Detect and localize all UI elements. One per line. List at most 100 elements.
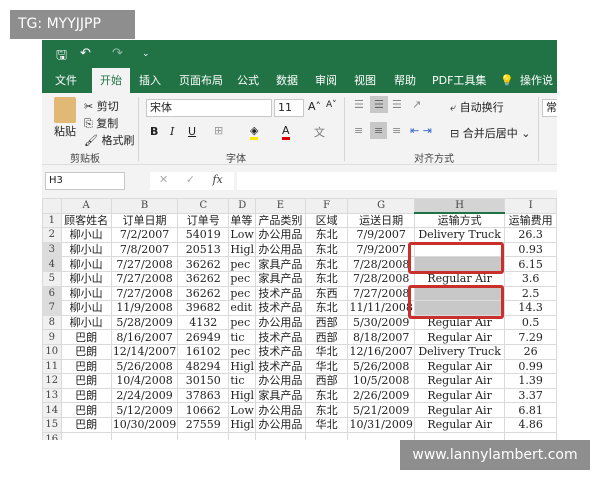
column-header-h[interactable]: H xyxy=(413,198,506,215)
cell-b12[interactable]: 10/4/2008 xyxy=(110,373,179,389)
align-top-icon[interactable]: ☰ xyxy=(354,98,364,111)
cell-d3[interactable]: Higl xyxy=(228,241,257,258)
tab-formulas[interactable]: 公式 xyxy=(237,68,259,93)
cell-h13[interactable]: Regular Air xyxy=(413,387,506,404)
enter-icon[interactable]: ✓ xyxy=(186,173,195,186)
cell-f11[interactable]: 华北 xyxy=(304,358,349,375)
cell-a3[interactable]: 柳小山 xyxy=(60,241,112,258)
tab-review[interactable]: 审阅 xyxy=(315,68,337,93)
cell-f16[interactable] xyxy=(304,431,349,440)
cell-d9[interactable]: tic xyxy=(228,329,257,345)
select-all[interactable] xyxy=(42,198,62,214)
cell-d15[interactable]: Higl xyxy=(228,416,257,433)
cell-d1[interactable]: 单等 xyxy=(228,212,257,229)
cell-h9[interactable]: Regular Air xyxy=(413,329,506,345)
align-right-icon[interactable]: ≡ xyxy=(392,124,401,137)
column-header-c[interactable]: C xyxy=(177,198,230,214)
cell-a7[interactable]: 柳小山 xyxy=(60,300,112,316)
cell-d12[interactable]: tic xyxy=(228,373,257,389)
cell-i16[interactable] xyxy=(504,431,557,440)
borders-icon[interactable]: ⊞ xyxy=(214,124,223,137)
row-header[interactable]: 12 xyxy=(42,373,62,389)
cell-e9[interactable]: 技术产品 xyxy=(255,329,306,345)
tab-page-layout[interactable]: 页面布局 xyxy=(179,68,223,93)
formula-input[interactable] xyxy=(237,172,557,190)
cell-f4[interactable]: 东北 xyxy=(304,256,349,272)
row-header[interactable]: 7 xyxy=(42,300,62,316)
cell-f1[interactable]: 区域 xyxy=(304,212,349,229)
cell-b8[interactable]: 5/28/2009 xyxy=(110,314,179,331)
cell-h15[interactable]: Regular Air xyxy=(413,416,506,433)
cell-a1[interactable]: 顾客姓名 xyxy=(60,212,112,229)
cell-e16[interactable] xyxy=(255,431,306,440)
cell-b6[interactable]: 7/27/2008 xyxy=(110,285,179,302)
cell-f12[interactable]: 西部 xyxy=(304,373,349,389)
row-header[interactable]: 2 xyxy=(42,227,62,243)
cell-d6[interactable]: pec xyxy=(228,285,257,302)
cell-e8[interactable]: 办公用品 xyxy=(255,314,306,331)
column-header-e[interactable]: E xyxy=(255,198,306,214)
cell-i11[interactable]: 0.99 xyxy=(504,358,557,375)
cell-g8[interactable]: 5/30/2009 xyxy=(347,314,415,331)
cell-f2[interactable]: 东北 xyxy=(304,227,349,243)
cell-g6[interactable]: 7/27/2008 xyxy=(347,285,415,302)
cell-b9[interactable]: 8/16/2007 xyxy=(110,329,179,345)
font-size-select[interactable]: 11 xyxy=(274,99,304,117)
row-header[interactable]: 9 xyxy=(42,329,62,345)
cell-a13[interactable]: 巴朗 xyxy=(60,387,112,404)
redo-icon[interactable]: ↷ xyxy=(112,46,123,61)
cell-h2[interactable]: Delivery Truck xyxy=(413,227,506,243)
cell-d16[interactable] xyxy=(228,431,257,440)
cell-g11[interactable]: 5/26/2008 xyxy=(347,358,415,375)
copy-button[interactable]: ⎘ 复制 xyxy=(84,115,118,131)
tab-home[interactable]: 开始 xyxy=(92,68,130,93)
cell-h11[interactable]: Regular Air xyxy=(413,358,506,375)
cell-f13[interactable]: 东北 xyxy=(304,387,349,404)
cell-h1[interactable]: 运输方式 xyxy=(413,212,506,229)
cell-c1[interactable]: 订单号 xyxy=(177,212,230,229)
cell-g15[interactable]: 10/31/2009 xyxy=(347,416,415,433)
column-header-i[interactable]: I xyxy=(504,198,557,214)
tab-insert[interactable]: 插入 xyxy=(139,68,161,93)
fx-icon[interactable]: fx xyxy=(212,173,222,186)
row-header[interactable]: 1 xyxy=(42,212,62,229)
column-header-f[interactable]: F xyxy=(304,198,349,214)
cell-b1[interactable]: 订单日期 xyxy=(110,212,179,229)
column-header-a[interactable]: A xyxy=(60,198,112,214)
column-header-d[interactable]: D xyxy=(228,198,257,214)
row-header[interactable]: 3 xyxy=(42,241,62,258)
cell-a15[interactable]: 巴朗 xyxy=(60,416,112,433)
cell-i10[interactable]: 26 xyxy=(504,343,557,360)
cell-c6[interactable]: 36262 xyxy=(177,285,230,302)
cell-b2[interactable]: 7/2/2007 xyxy=(110,227,179,243)
cell-c3[interactable]: 20513 xyxy=(177,241,230,258)
cell-e4[interactable]: 家具产品 xyxy=(255,256,306,272)
cell-c16[interactable] xyxy=(177,431,230,440)
fill-color-icon[interactable]: ◈ xyxy=(250,124,259,140)
cell-a2[interactable]: 柳小山 xyxy=(60,227,112,243)
cell-e7[interactable]: 技术产品 xyxy=(255,300,306,316)
customize-icon[interactable]: ⌄ xyxy=(142,49,150,59)
cell-b15[interactable]: 10/30/2009 xyxy=(110,416,179,433)
cell-i14[interactable]: 6.81 xyxy=(504,402,557,418)
paste-button[interactable]: 粘贴 xyxy=(54,123,76,139)
row-header[interactable]: 10 xyxy=(42,343,62,360)
cell-e3[interactable]: 办公用品 xyxy=(255,241,306,258)
row-header[interactable]: 15 xyxy=(42,416,62,433)
cell-a9[interactable]: 巴朗 xyxy=(60,329,112,345)
tab-view[interactable]: 视图 xyxy=(354,68,376,93)
cell-e2[interactable]: 办公用品 xyxy=(255,227,306,243)
paste-icon[interactable] xyxy=(54,97,76,123)
row-header[interactable]: 16 xyxy=(42,431,62,440)
font-name-select[interactable]: 宋体 xyxy=(146,99,272,117)
cell-a8[interactable]: 柳小山 xyxy=(60,314,112,331)
cell-e6[interactable]: 技术产品 xyxy=(255,285,306,302)
number-format-select[interactable]: 常规 xyxy=(542,99,557,117)
cell-g14[interactable]: 5/21/2009 xyxy=(347,402,415,418)
cell-f15[interactable]: 华北 xyxy=(304,416,349,433)
cell-g12[interactable]: 10/5/2008 xyxy=(347,373,415,389)
cell-e1[interactable]: 产品类别 xyxy=(255,212,306,229)
cell-a6[interactable]: 柳小山 xyxy=(60,285,112,302)
column-header-b[interactable]: B xyxy=(110,198,179,214)
cell-g13[interactable]: 2/26/2009 xyxy=(347,387,415,404)
